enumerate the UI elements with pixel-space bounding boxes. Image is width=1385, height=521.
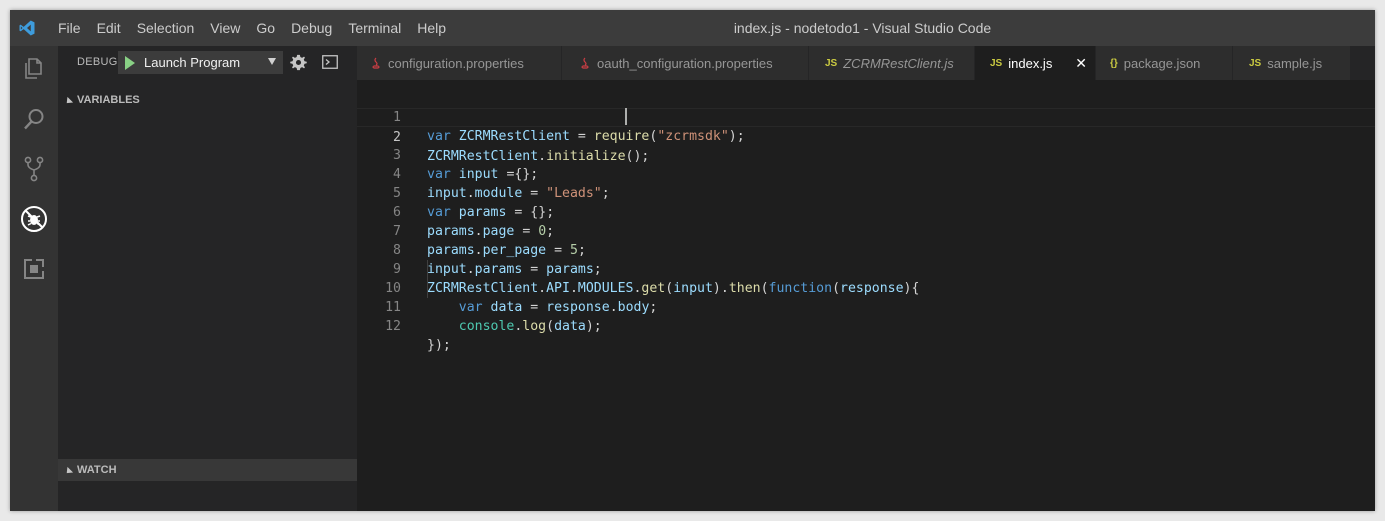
launch-config-select[interactable]: Launch Program: [118, 51, 283, 74]
menu-selection[interactable]: Selection: [129, 10, 203, 46]
code-line[interactable]: 11 console.log(data);: [357, 279, 1375, 334]
js-icon: JS: [825, 57, 838, 69]
code-line-current[interactable]: 2 ZCRMRestClient.initialize();: [357, 108, 1375, 164]
js-icon: JS: [1249, 57, 1262, 69]
activity-bar: [10, 46, 58, 511]
source-control-icon[interactable]: [16, 151, 52, 187]
explorer-icon[interactable]: [16, 51, 52, 87]
line-number: 12: [385, 319, 401, 334]
java-icon: [581, 57, 589, 69]
tab-label: oauth_configuration.properties: [597, 55, 773, 71]
debug-console-icon[interactable]: [322, 55, 338, 69]
debug-sidebar: DEBUG Launch Program VARIABLES WATCH: [58, 46, 357, 511]
tab-sample-js[interactable]: JS sample.js: [1233, 46, 1351, 80]
code-line[interactable]: 9 ZCRMRestClient.API.MODULES.get(input).…: [357, 241, 1375, 296]
code-line[interactable]: 8 input.params = params;: [357, 222, 1375, 277]
collapse-arrow-icon: [63, 466, 74, 477]
menu-terminal[interactable]: Terminal: [340, 10, 409, 46]
editor-tabs: configuration.properties oauth_configura…: [357, 46, 1375, 80]
code-editor[interactable]: 1 var ZCRMRestClient = require("zcrmsdk"…: [357, 80, 1375, 511]
tab-package-json[interactable]: {} package.json: [1096, 46, 1233, 80]
tab-label: package.json: [1123, 55, 1201, 71]
close-icon[interactable]: ✕: [1075, 55, 1087, 72]
debug-title: DEBUG: [77, 56, 118, 68]
menu-debug[interactable]: Debug: [283, 10, 340, 46]
watch-section-header[interactable]: WATCH: [58, 459, 357, 481]
menu-bar: File Edit Selection View Go Debug Termin…: [50, 10, 454, 46]
code-line[interactable]: 7 params.per_page = 5;: [357, 203, 1375, 258]
text-cursor: [625, 108, 627, 125]
tab-label: configuration.properties: [388, 55, 524, 71]
code-text: });: [427, 338, 451, 353]
java-icon: [372, 57, 380, 69]
tab-zcrmrestclient-js[interactable]: JS ZCRMRestClient.js: [809, 46, 975, 80]
tab-oauth-configuration-properties[interactable]: oauth_configuration.properties: [562, 46, 809, 80]
menu-view[interactable]: View: [202, 10, 248, 46]
code-line[interactable]: 10 var data = response.body;: [357, 260, 1375, 315]
tab-label: sample.js: [1267, 55, 1323, 71]
code-line[interactable]: 1 var ZCRMRestClient = require("zcrmsdk"…: [357, 89, 1375, 144]
code-line[interactable]: 12 });: [357, 298, 1375, 353]
chevron-down-icon: [268, 58, 276, 65]
launch-config-label: Launch Program: [144, 55, 241, 70]
tab-label: index.js: [1008, 55, 1053, 71]
menu-go[interactable]: Go: [248, 10, 283, 46]
code-line[interactable]: 5 var params = {};: [357, 165, 1375, 220]
title-bar: File Edit Selection View Go Debug Termin…: [10, 10, 1375, 46]
code-line[interactable]: 4 input.module = "Leads";: [357, 146, 1375, 201]
vscode-window: File Edit Selection View Go Debug Termin…: [10, 10, 1375, 511]
gear-icon[interactable]: [290, 54, 307, 71]
code-line[interactable]: 6 params.page = 0;: [357, 184, 1375, 239]
tab-label: ZCRMRestClient.js: [843, 55, 954, 71]
json-icon: {}: [1110, 57, 1118, 69]
variables-label: VARIABLES: [77, 94, 140, 106]
tab-index-js[interactable]: JS index.js ✕: [975, 46, 1096, 80]
search-icon[interactable]: [16, 101, 52, 137]
tab-configuration-properties[interactable]: configuration.properties: [357, 46, 562, 80]
watch-label: WATCH: [77, 464, 117, 476]
start-debugging-icon[interactable]: [125, 55, 135, 70]
code-text: console.log(data);: [458, 319, 602, 334]
js-icon: JS: [990, 57, 1003, 69]
vscode-logo-icon[interactable]: [18, 19, 36, 37]
menu-file[interactable]: File: [50, 10, 89, 46]
collapse-arrow-icon: [63, 96, 74, 107]
code-line[interactable]: 3 var input ={};: [357, 127, 1375, 182]
debug-icon[interactable]: [16, 201, 52, 237]
menu-help[interactable]: Help: [409, 10, 454, 46]
indent-guide: [427, 260, 428, 298]
menu-edit[interactable]: Edit: [89, 10, 129, 46]
debug-toolbar: DEBUG Launch Program: [58, 46, 357, 80]
variables-section-header[interactable]: VARIABLES: [58, 89, 357, 111]
extensions-icon[interactable]: [16, 251, 52, 287]
